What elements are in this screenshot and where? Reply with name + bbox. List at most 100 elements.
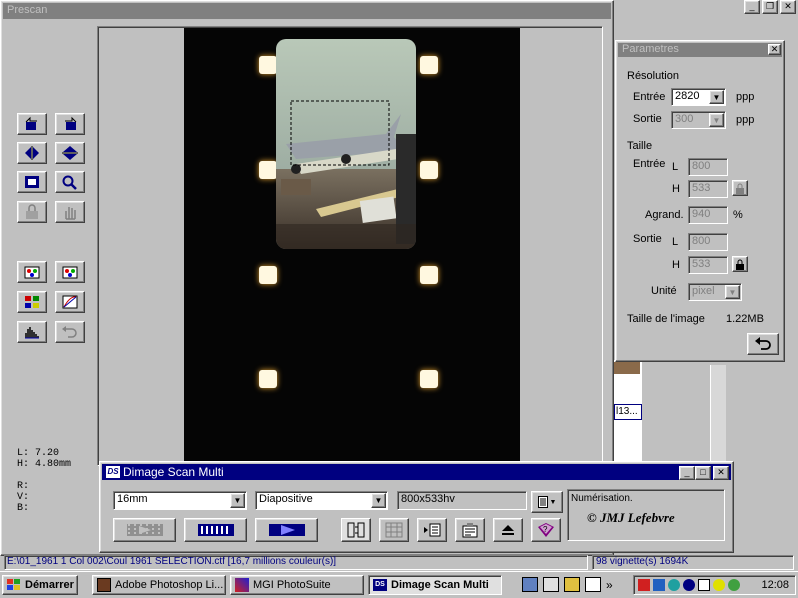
dimage-titlebar[interactable]: DS Dimage Scan Multi — [102, 464, 731, 480]
index-scan-button[interactable] — [184, 518, 247, 542]
parametres-titlebar[interactable]: Parametres — [618, 43, 782, 57]
task-photosuite[interactable]: MGI PhotoSuite — [230, 575, 364, 595]
tray-icon-5[interactable] — [698, 579, 710, 591]
color-balance-button[interactable] — [17, 261, 47, 283]
parametres-close-button[interactable]: ✕ — [768, 44, 781, 55]
histogram-icon — [25, 327, 39, 339]
dimage-title: Dimage Scan Multi — [123, 464, 224, 479]
chevron-down-icon[interactable]: ▼ — [725, 285, 740, 299]
properties-button[interactable] — [455, 518, 485, 542]
lock-icon — [736, 259, 744, 270]
curves-button[interactable] — [55, 291, 85, 313]
zoom-button[interactable] — [55, 171, 85, 193]
readout-h: H: 4.80mm — [17, 459, 72, 470]
clock[interactable]: 12:08 — [761, 579, 789, 591]
entree-l-field[interactable]: 800 — [688, 158, 728, 176]
film-strip — [184, 28, 520, 464]
reset-button[interactable] — [747, 333, 779, 355]
entree-h-field[interactable]: 533 — [688, 180, 728, 198]
minimize-button[interactable]: _ — [679, 466, 695, 480]
close-button[interactable]: ✕ — [713, 466, 729, 480]
sortie-lock-button[interactable] — [732, 256, 748, 272]
parametres-window: Parametres ✕ Résolution Entrée 2820 ▼ pp… — [615, 40, 785, 362]
dimage-window-controls: _ □ ✕ — [679, 466, 729, 480]
sortie-h-field[interactable]: 533 — [688, 256, 728, 274]
tray-icon-3[interactable] — [668, 579, 680, 591]
l-label-2: L — [672, 236, 679, 248]
bg-restore-button[interactable]: ❐ — [762, 0, 778, 14]
rotate-left-button[interactable] — [17, 113, 47, 135]
tray-icon-6[interactable] — [713, 579, 725, 591]
frame-select-button[interactable] — [17, 171, 47, 193]
maximize-button[interactable]: □ — [695, 466, 711, 480]
rotate-right-button[interactable] — [55, 113, 85, 135]
ppp-label: ppp — [736, 91, 755, 103]
task-label: Adobe Photoshop Li... — [115, 579, 224, 591]
chevron-down-icon[interactable]: ▼ — [371, 493, 386, 508]
undo-button[interactable] — [55, 321, 85, 343]
desktop-icon[interactable] — [543, 577, 559, 592]
entree-lock-button[interactable] — [732, 180, 748, 196]
flip-vertical-button[interactable] — [55, 142, 85, 164]
sprocket-hole — [259, 266, 277, 284]
film-type-combo[interactable]: Diapositive ▼ — [255, 491, 388, 510]
color-adjust-button[interactable] — [55, 261, 85, 283]
bg-close-button[interactable]: ✕ — [780, 0, 796, 14]
chevron-down-icon[interactable]: ▼ — [709, 113, 724, 127]
tray-icon-4[interactable] — [683, 579, 695, 591]
flip-vertical-icon — [62, 146, 78, 160]
scan-button[interactable] — [255, 518, 318, 542]
film-frame-photo[interactable] — [276, 39, 416, 249]
list-button[interactable] — [417, 518, 447, 542]
eject-button[interactable] — [493, 518, 523, 542]
rotate-right-icon — [65, 116, 77, 130]
preview-area[interactable] — [97, 26, 603, 466]
color-adjust-icon — [62, 266, 78, 279]
task-dimage[interactable]: DS Dimage Scan Multi — [368, 575, 502, 595]
prescan-titlebar[interactable]: Prescan — [3, 3, 611, 19]
lock-button[interactable] — [17, 201, 47, 223]
grid-button[interactable] — [379, 518, 409, 542]
res-sortie-combo[interactable]: 300 ▼ — [671, 111, 726, 129]
res-entree-combo[interactable]: 2820 ▼ — [671, 88, 726, 106]
variations-icon — [25, 296, 39, 308]
dimage-icon: DS — [373, 579, 387, 591]
histogram-button[interactable] — [17, 321, 47, 343]
background-thumb[interactable] — [614, 362, 640, 374]
overflow-chevron[interactable]: » — [606, 578, 613, 592]
film-format-combo[interactable]: 16mm ▼ — [113, 491, 247, 510]
menu-dropdown-button[interactable]: ▼ — [531, 491, 563, 513]
vignettes-text: 98 vignette(s) 1694K — [596, 556, 689, 567]
size-field: 800x533hv — [397, 491, 527, 510]
help-button[interactable]: ? — [531, 518, 561, 542]
copyright-text: © JMJ Lefebvre — [587, 510, 675, 525]
tray-icon-2[interactable] — [653, 579, 665, 591]
system-tray: 12:08 — [633, 575, 796, 595]
prescan-button[interactable] — [113, 518, 176, 542]
chevron-down-icon: ▼ — [549, 498, 557, 506]
network-icon[interactable] — [522, 577, 538, 592]
background-thumb-label[interactable]: l13... — [614, 404, 642, 420]
notepad-icon[interactable] — [585, 577, 601, 592]
agrand-label: Agrand. — [645, 209, 684, 221]
grid-icon — [385, 522, 403, 538]
unite-combo[interactable]: pixel ▼ — [688, 283, 742, 301]
swap-button[interactable] — [341, 518, 371, 542]
chevron-down-icon[interactable]: ▼ — [230, 493, 245, 508]
chevron-down-icon[interactable]: ▼ — [709, 90, 724, 104]
sprocket-hole — [420, 161, 438, 179]
agrand-field[interactable]: 940 — [688, 206, 728, 224]
tray-icon-7[interactable] — [728, 579, 740, 591]
curves-icon — [62, 295, 78, 309]
folder-icon[interactable] — [564, 577, 580, 592]
flip-horizontal-button[interactable] — [17, 142, 47, 164]
start-button[interactable]: Démarrer — [2, 575, 78, 595]
background-scrollbar[interactable] — [710, 365, 726, 475]
tray-icon-1[interactable] — [638, 579, 650, 591]
prescan-icon — [126, 524, 163, 536]
task-photoshop[interactable]: Adobe Photoshop Li... — [92, 575, 226, 595]
hand-button[interactable] — [55, 201, 85, 223]
variations-button[interactable] — [17, 291, 47, 313]
sortie-l-field[interactable]: 800 — [688, 233, 728, 251]
bg-minimize-button[interactable]: _ — [744, 0, 760, 14]
